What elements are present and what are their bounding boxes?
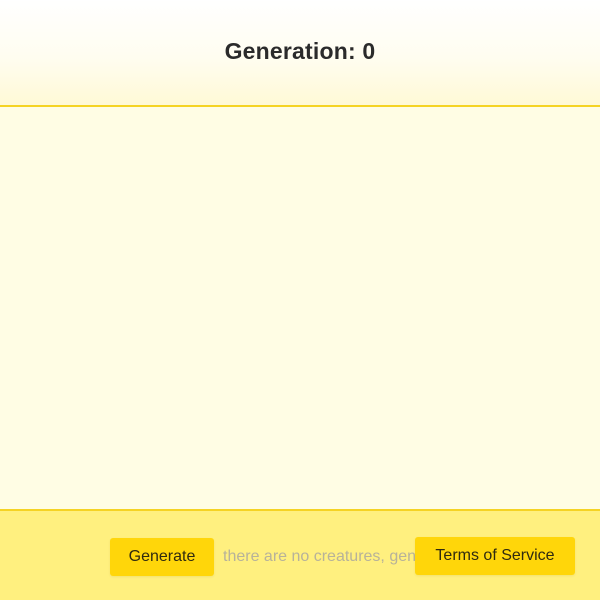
generate-button[interactable]: Generate [110, 538, 214, 576]
terms-of-service-button[interactable]: Terms of Service [415, 537, 575, 575]
footer-toolbar: Generate there are no creatures, generat… [0, 509, 600, 600]
header: Generation: 0 [0, 0, 600, 107]
app-window: Generation: 0 Generate there are no crea… [0, 0, 600, 600]
status-text: there are no creatures, generate some [223, 548, 423, 565]
world-area[interactable] [0, 107, 600, 509]
generation-counter: Generation: 0 [224, 38, 376, 64]
